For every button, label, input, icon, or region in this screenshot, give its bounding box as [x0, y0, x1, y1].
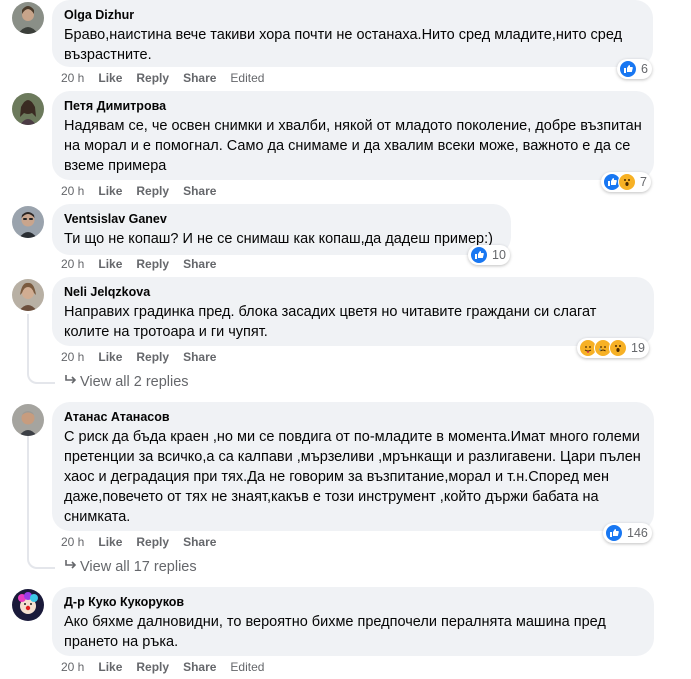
comment-actions: 20 h Like Reply Share: [61, 349, 230, 365]
reply-button[interactable]: Reply: [136, 256, 169, 272]
comment-text: Браво,наистина вече такиви хора почти не…: [64, 27, 623, 63]
comment-author[interactable]: Neli Jelqzkova: [64, 285, 642, 300]
comment-time[interactable]: 20 h: [61, 659, 84, 675]
comment-author[interactable]: Д-р Куко Кукоруков: [64, 595, 642, 610]
comment-actions: 20 h Like Reply Share: [61, 183, 230, 199]
reaction-summary[interactable]: 19: [577, 338, 649, 358]
avatar[interactable]: [12, 589, 44, 621]
comment-actions: 20 h Like Reply Share: [61, 534, 230, 550]
reaction-count: 6: [641, 62, 648, 76]
share-button[interactable]: Share: [183, 256, 216, 272]
comment-author[interactable]: Атанас Атанасов: [64, 410, 642, 425]
comment-author[interactable]: Ventsislav Ganev: [64, 212, 499, 227]
share-button[interactable]: Share: [183, 183, 216, 199]
comment-time[interactable]: 20 h: [61, 183, 84, 199]
comment-text: Ти що не копаш? И не се снимаш как копаш…: [64, 231, 493, 247]
comment-actions: 20 h Like Reply Share Edited: [61, 70, 278, 86]
comment-text: Направих градинка пред. блока засадих цв…: [64, 304, 597, 340]
reaction-count: 19: [631, 341, 645, 355]
reply-arrow-icon: [64, 557, 80, 577]
avatar[interactable]: [12, 2, 44, 34]
share-button[interactable]: Share: [183, 659, 216, 675]
like-button[interactable]: Like: [98, 659, 122, 675]
thread-line-neli: [27, 314, 55, 384]
view-replies-link[interactable]: View all 2 replies: [64, 372, 189, 392]
comment-bubble: Атанас Атанасов С риск да бъда краен ,но…: [52, 402, 654, 531]
comment-text: Надявам се, че освен снимки и хвалби, ня…: [64, 118, 642, 174]
reply-button[interactable]: Reply: [136, 183, 169, 199]
reply-button[interactable]: Reply: [136, 659, 169, 675]
comment-bubble: Olga Dizhur Браво,наистина вече такиви х…: [52, 0, 653, 67]
reply-button[interactable]: Reply: [136, 70, 169, 86]
comment-bubble: Neli Jelqzkova Направих градинка пред. б…: [52, 277, 654, 346]
wow-icon: [609, 339, 627, 357]
like-button[interactable]: Like: [98, 349, 122, 365]
reply-button[interactable]: Reply: [136, 349, 169, 365]
comment-bubble: Д-р Куко Кукоруков Ако бяхме далновидни,…: [52, 587, 654, 656]
reaction-summary[interactable]: 10: [468, 245, 510, 265]
like-icon: [619, 60, 637, 78]
like-button[interactable]: Like: [98, 183, 122, 199]
avatar[interactable]: [12, 279, 44, 311]
comment-time[interactable]: 20 h: [61, 256, 84, 272]
like-icon: [605, 524, 623, 542]
reply-arrow-icon: [64, 372, 80, 392]
thread-line-atanas: [27, 436, 55, 569]
reaction-summary[interactable]: 7: [601, 172, 651, 192]
view-replies-label[interactable]: View all 17 replies: [80, 559, 197, 575]
avatar[interactable]: [12, 93, 44, 125]
view-replies-link[interactable]: View all 17 replies: [64, 557, 197, 577]
reaction-summary[interactable]: 6: [617, 59, 652, 79]
wow-icon: [618, 173, 636, 191]
avatar[interactable]: [12, 206, 44, 238]
share-button[interactable]: Share: [183, 349, 216, 365]
like-button[interactable]: Like: [98, 256, 122, 272]
reaction-count: 7: [640, 175, 647, 189]
share-button[interactable]: Share: [183, 70, 216, 86]
comment-time[interactable]: 20 h: [61, 70, 84, 86]
reaction-count: 10: [492, 248, 506, 262]
comment-bubble: Ventsislav Ganev Ти що не копаш? И не се…: [52, 204, 511, 255]
comment-text: Ако бяхме далновидни, то вероятно бихме …: [64, 614, 606, 650]
comment-author[interactable]: Olga Dizhur: [64, 8, 641, 23]
comment-text: С риск да бъда краен ,но ми се повдига о…: [64, 429, 641, 525]
like-button[interactable]: Like: [98, 70, 122, 86]
comment-time[interactable]: 20 h: [61, 534, 84, 550]
like-icon: [470, 246, 488, 264]
comment-bubble: Петя Димитрова Надявам се, че освен сним…: [52, 91, 654, 180]
reaction-summary[interactable]: 146: [603, 523, 652, 543]
like-button[interactable]: Like: [98, 534, 122, 550]
comment-actions: 20 h Like Reply Share Edited: [61, 659, 278, 675]
view-replies-label[interactable]: View all 2 replies: [80, 374, 189, 390]
reaction-count: 146: [627, 526, 648, 540]
edited-label[interactable]: Edited: [230, 70, 264, 86]
share-button[interactable]: Share: [183, 534, 216, 550]
edited-label[interactable]: Edited: [230, 659, 264, 675]
comment-time[interactable]: 20 h: [61, 349, 84, 365]
avatar[interactable]: [12, 404, 44, 436]
comment-author[interactable]: Петя Димитрова: [64, 99, 642, 114]
comment-actions: 20 h Like Reply Share: [61, 256, 230, 272]
reply-button[interactable]: Reply: [136, 534, 169, 550]
